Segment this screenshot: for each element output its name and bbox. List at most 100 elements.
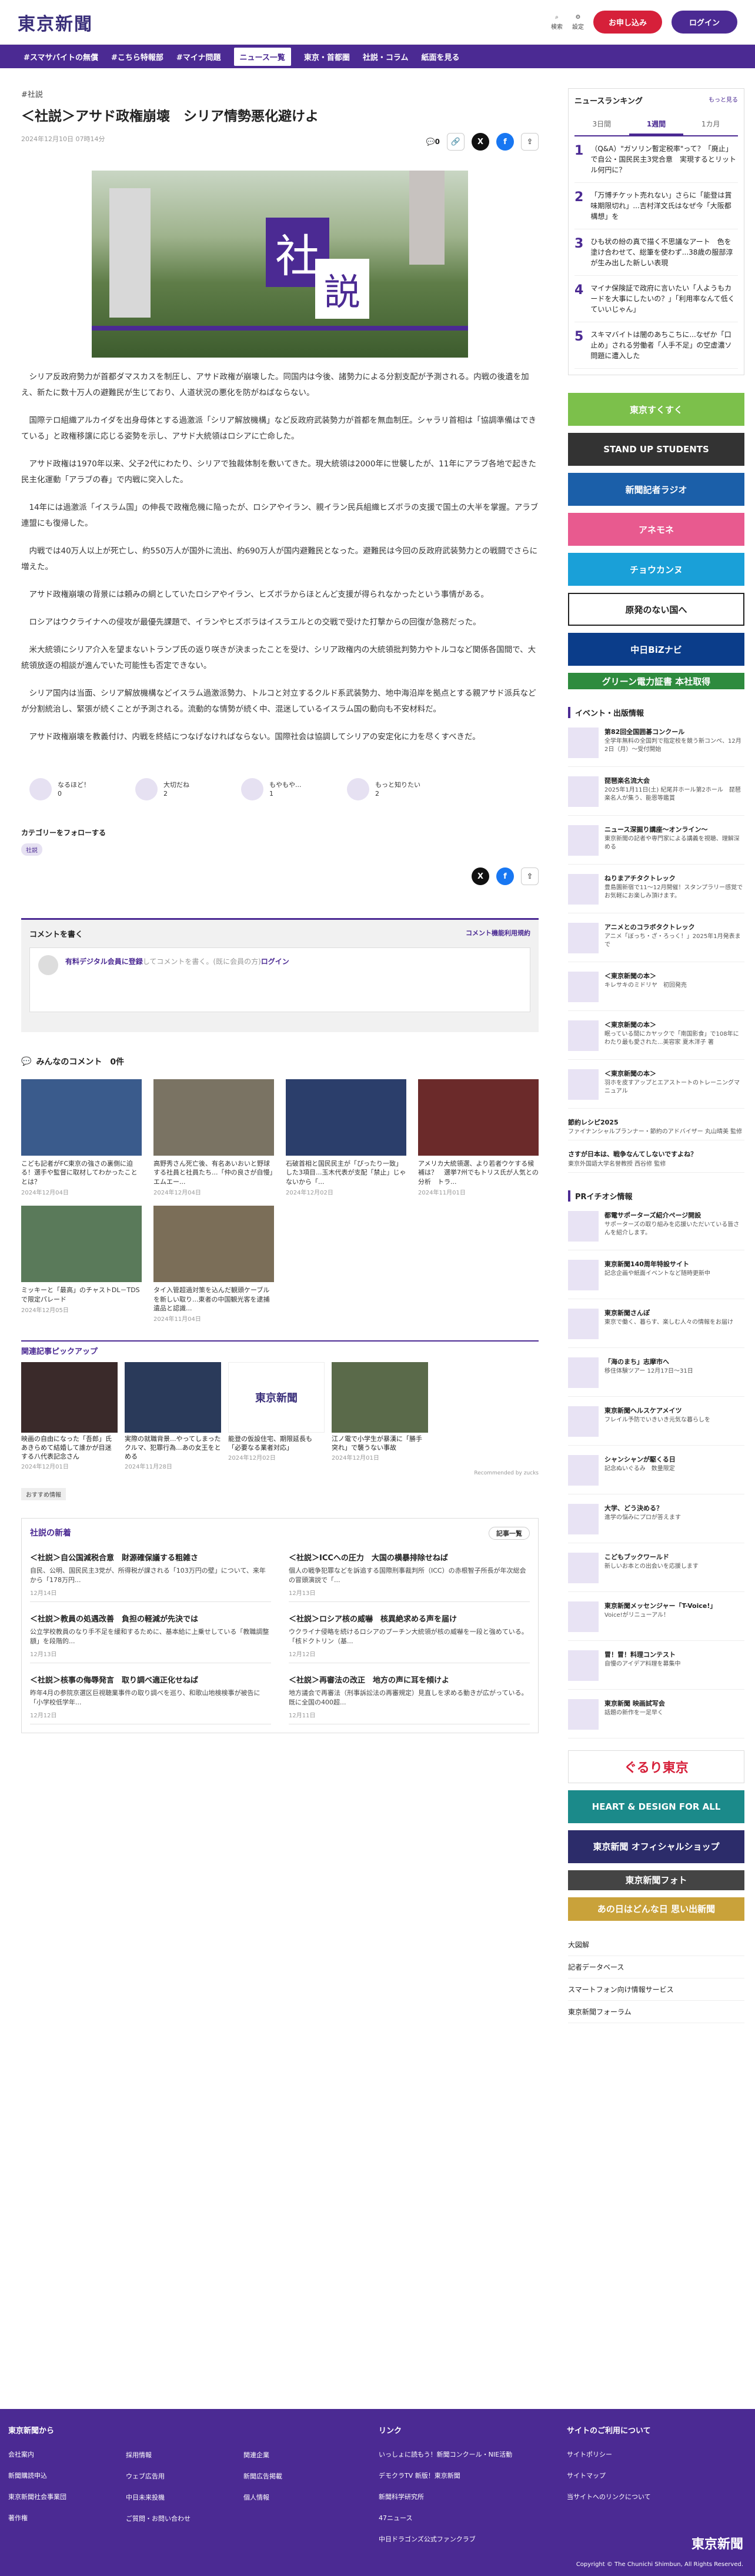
news-item[interactable]: ＜社説＞教員の処遇改善 負担の軽減が先決では 公立学校教員のなり手不足を緩和するた… [30,1613,271,1663]
side-link[interactable]: 大図解 [568,1934,744,1956]
nav-item[interactable]: #マイナ問題 [176,51,221,62]
pr-item[interactable]: 冒！冒！料理コンテスト 自慢のアイデア料理を募集中 [568,1650,744,1690]
related-card[interactable]: ミッキーと「最高」のチャストDL－TDSで限定パレード 2024年12月05日 [21,1206,142,1323]
nav-item[interactable]: #こちら特報部 [111,51,163,62]
banner-omoide[interactable]: あの日はどんな日 思い出新聞 [568,1897,744,1921]
pr-item[interactable]: 東京新聞ヘルスケアメイツ フレイル予防でいきいき元気な暮らしを [568,1406,744,1446]
banner-radio[interactable]: 新聞記者ラジオ [568,473,744,506]
banner-sukusuku[interactable]: 東京すくすく [568,393,744,426]
share-bar-bottom: X f ⇪ [21,867,539,886]
pr-item[interactable]: 東京新聞メッセンジャー「T-Voice!」 Voice!がリニューアル！ [568,1601,744,1641]
side-link[interactable]: 記者データベース [568,1956,744,1978]
event-item[interactable]: さすが日本は、戦争なんてしないですよね？ 東京外国語大学名誉教授 西谷修 監修 [568,1150,744,1173]
article-list-button[interactable]: 記事一覧 [489,1526,530,1540]
related-card[interactable]: 石破首相と国民民主が「ぴったり一致」した3項目...玉木代表が支配「禁止」じゃな… [286,1079,406,1196]
banner-photo[interactable]: 東京新聞フォト [568,1870,744,1890]
tab-1month[interactable]: 1カ月 [683,114,738,135]
pr-item[interactable]: 都電サポーターズ紹介ページ開設 サポーターズの取り組みを応援いただいている皆さんを… [568,1210,744,1250]
share-icon[interactable]: ⇪ [521,133,539,151]
pickup-card[interactable]: 映画の自由になった「吾郎」氏 あきらめて結婚して誰かが目迷する八代表記念さん 20… [21,1362,118,1470]
follow-category-badge[interactable]: 社説 [21,843,42,856]
related-card[interactable]: 高野秀さん死亡後、有名あいおいと野球する社員と社員たち...「仲の良さが自慢」エ… [153,1079,274,1196]
ranking-item[interactable]: 1 （Q&A）"ガソリン暫定税率"って？「廃止」で自公・国民民主3党合意 実現する… [574,136,738,183]
event-item[interactable]: 節約レシピ2025 ファイナンシャルプランナー・節約のアドバイザー 丸山晴美 監修 [568,1118,744,1141]
event-item[interactable]: ＜東京新聞の本＞ 眠っている間にカヤックで「南国影食」で108年にわたり最も愛され… [568,1020,744,1060]
pickup-title: 関連記事ピックアップ [21,1347,98,1357]
event-item[interactable]: 琵琶楽名流大会 2025年1月11日(土) 紀尾井ホール第2ホール 琵琶楽名人が集… [568,776,744,816]
pr-item[interactable]: 大学、どう決める？ 進学の悩みにプロが答えます [568,1503,744,1543]
banner-bizinavi[interactable]: 中日BiZナビ [568,633,744,666]
banner-anemone[interactable]: アネモネ [568,513,744,546]
pr-item[interactable]: シャンシャンが駆くる日 記念ぬいぐるみ 数量限定 [568,1454,744,1494]
pr-item[interactable]: 東京新聞140周年特設サイト 記念企画や紙面イベントなど随時更新中 [568,1259,744,1299]
pr-item[interactable]: こどもブックワールド 新しいお本との出会いを応援します [568,1552,744,1592]
nav-item[interactable]: 紙面を見る [422,48,460,66]
reaction-moyamoya[interactable]: もやもや... 1 [241,778,347,801]
banner-gururi[interactable]: ぐるり東京 [568,1750,744,1783]
banner-heart-design[interactable]: HEART & DESIGN FOR ALL [568,1790,744,1823]
event-item[interactable]: ＜東京新聞の本＞ 羽ホを皮すアップとエアストートのトレーニングマニュアル [568,1069,744,1109]
related-card[interactable]: こども記者がFC東京の強さの裏側に迫る！選手や監督に取材してわかったこととは？ 2… [21,1079,142,1196]
ranking-item[interactable]: 4 マイナ保険証で政府に言いたい「人ようもカードを大事にしたいの？」「利用率なんて… [574,276,738,322]
event-item[interactable]: ＜東京新聞の本＞ キレサキのミドリヤ 初回発売 [568,972,744,1011]
comment-rule-link[interactable]: コメント機能利用規約 [466,928,530,939]
ranking-item[interactable]: 3 ひも状の紛の真で描く不思議なアート 色を塗け合わせて、総筆を使わず...38歳… [574,229,738,276]
pr-item[interactable]: 東京新聞さんぽ 東京で働く、暮らす、楽しむ人々の情報をお届け [568,1308,744,1348]
event-item[interactable]: アニメとのコラボタクトレック アニメ「ぼっち・ざ・ろっく！」2025年1月発表まで [568,923,744,962]
pickup-card[interactable]: 江ノ電で小学生が暴漢に「勝手突れ」で襲うない事故 2024年12月01日 [332,1362,428,1470]
article-tag[interactable]: #社説 [21,88,539,99]
article-title: ＜社説＞アサド政権崩壊 シリア情勢悪化避けよ [21,109,319,124]
comment-count-button[interactable]: 💬 0 [426,133,440,151]
reaction-motto[interactable]: もっと知りたい 2 [347,778,453,801]
news-item[interactable]: ＜社説＞核事の侮辱発言 取り調べ適正化せねば 昨年4月の参院京選区巨視聴業事件の取… [30,1674,271,1724]
news-item[interactable]: ＜社説＞再審法の改正 地方の声に耳を傾けよ 地方議会で再審法（刑事訴訟法の再審規定… [289,1674,530,1724]
reaction-naruhodo[interactable]: なるほど！ 0 [29,778,135,801]
banner-green[interactable]: グリーン電力証書 本社取得 [568,673,744,689]
ranking-item[interactable]: 2 「万博チケット売れない」さらに「能登は賞味期限切れ」...吉村洋文氏はなぜ今「… [574,183,738,229]
tab-1week[interactable]: 1週間 [629,114,684,135]
share-icon[interactable]: ⇪ [521,867,539,886]
event-item[interactable]: ねりまアチタクトレック 豊島園新宿で11～12月開催！スタンプラリー感覚でお気軽に… [568,874,744,913]
pickup-card[interactable]: 実際の就職背景...やってしまったクルマ、犯罪行為...あの女王をとめる 2024… [125,1362,221,1470]
site-logo[interactable]: 東京新聞 [18,9,93,35]
ranking-more-link[interactable]: もっと見る [709,95,738,106]
news-item[interactable]: ＜社説＞ロシア核の威嚇 核異絶求める声を届け ウクライナ侵略を続けるロシアのプーチ… [289,1613,530,1663]
side-link[interactable]: スマートフォン向け情報サービス [568,1978,744,2001]
event-item[interactable]: ニュース深掘り講座～オンライン～ 東京新聞の記者や専門家による講義を視聴、理解深め… [568,825,744,865]
gear-icon: ⚙ [575,14,581,21]
main-nav: #スマサバイトの無償 #こちら特報部 #マイナ問題 ニュース一覧 東京・首都圏 … [0,45,755,68]
link-icon[interactable]: 🔗 [447,133,465,151]
nav-item[interactable]: 社説・コラム [363,48,409,66]
related-card[interactable]: タイ入管超過対策を込んだ観頭ケーブルを新しい取り...東者の中国観光客を逮捕 遺… [153,1206,276,1323]
banner-shop[interactable]: 東京新聞 オフィシャルショップ [568,1830,744,1863]
signup-button[interactable]: お申し込み [593,11,662,34]
nav-dropdown-news[interactable]: ニュース一覧 [233,47,291,66]
tab-3days[interactable]: 3日間 [574,114,629,135]
comment-input[interactable]: 有料デジタル会員に登録してコメントを書く。(既に会員の方)ログイン [29,947,530,1013]
banner-chokanu[interactable]: チョウカンヌ [568,553,744,586]
side-link[interactable]: 東京新聞フォーラム [568,2001,744,2023]
related-card[interactable]: アメリカ大統領選、より若者ウケする候補は？ 選挙7州でもトリス氏が人気との分析 … [418,1079,539,1196]
facebook-share-icon[interactable]: f [496,133,514,151]
pickup-card[interactable]: 東京新聞 能登の仮設住宅、期限延長も「必要なる業者対応」 2024年12月02日 [228,1362,325,1470]
ranking-item[interactable]: 5 スキマバイトは闇のあちこちに...なぜか「口止め」される労働者「人手不足」の空… [574,322,738,369]
search-button[interactable]: ⌕ 検索 [551,14,563,31]
comments-header: 💬 みんなのコメント 0件 [21,1057,125,1067]
nav-item[interactable]: #スマサバイトの無償 [24,51,98,62]
news-item[interactable]: ＜社説＞自公国減税合意 財源確保議する粗雑さ 自民、公明、国民民主3党が、所得税が… [30,1551,271,1602]
footer-logo[interactable]: 東京新聞 [691,2534,743,2552]
news-item[interactable]: ＜社説＞ICCへの圧力 大国の横暴排除せねば 個人の戦争犯罪などを訴追する国際刑事… [289,1551,530,1602]
nav-item[interactable]: 東京・首都圏 [304,48,350,66]
x-share-icon[interactable]: X [472,133,489,151]
event-item[interactable]: 第82回全国囲碁コンクール 全学年無料の全国判で指定校を競う新コンペ、12月2日（… [568,728,744,767]
promo-banners: 東京すくすく STAND UP STUDENTS 新聞記者ラジオ アネモネ チョ… [568,393,744,689]
login-button[interactable]: ログイン [671,11,737,34]
facebook-share-icon[interactable]: f [496,867,514,886]
pr-item[interactable]: 「海のまち」志摩市へ 移住体験ツアー 12月17日～31日 [568,1357,744,1397]
banner-genpatsu[interactable]: 原発のない国へ [568,593,744,626]
settings-button[interactable]: ⚙ 設定 [572,14,584,31]
banner-students[interactable]: STAND UP STUDENTS [568,433,744,466]
pr-item[interactable]: 東京新聞 映画試写会 話題の新作を一足早く [568,1699,744,1739]
x-share-icon[interactable]: X [472,867,489,886]
reaction-taisetsu[interactable]: 大切だね 2 [135,778,241,801]
